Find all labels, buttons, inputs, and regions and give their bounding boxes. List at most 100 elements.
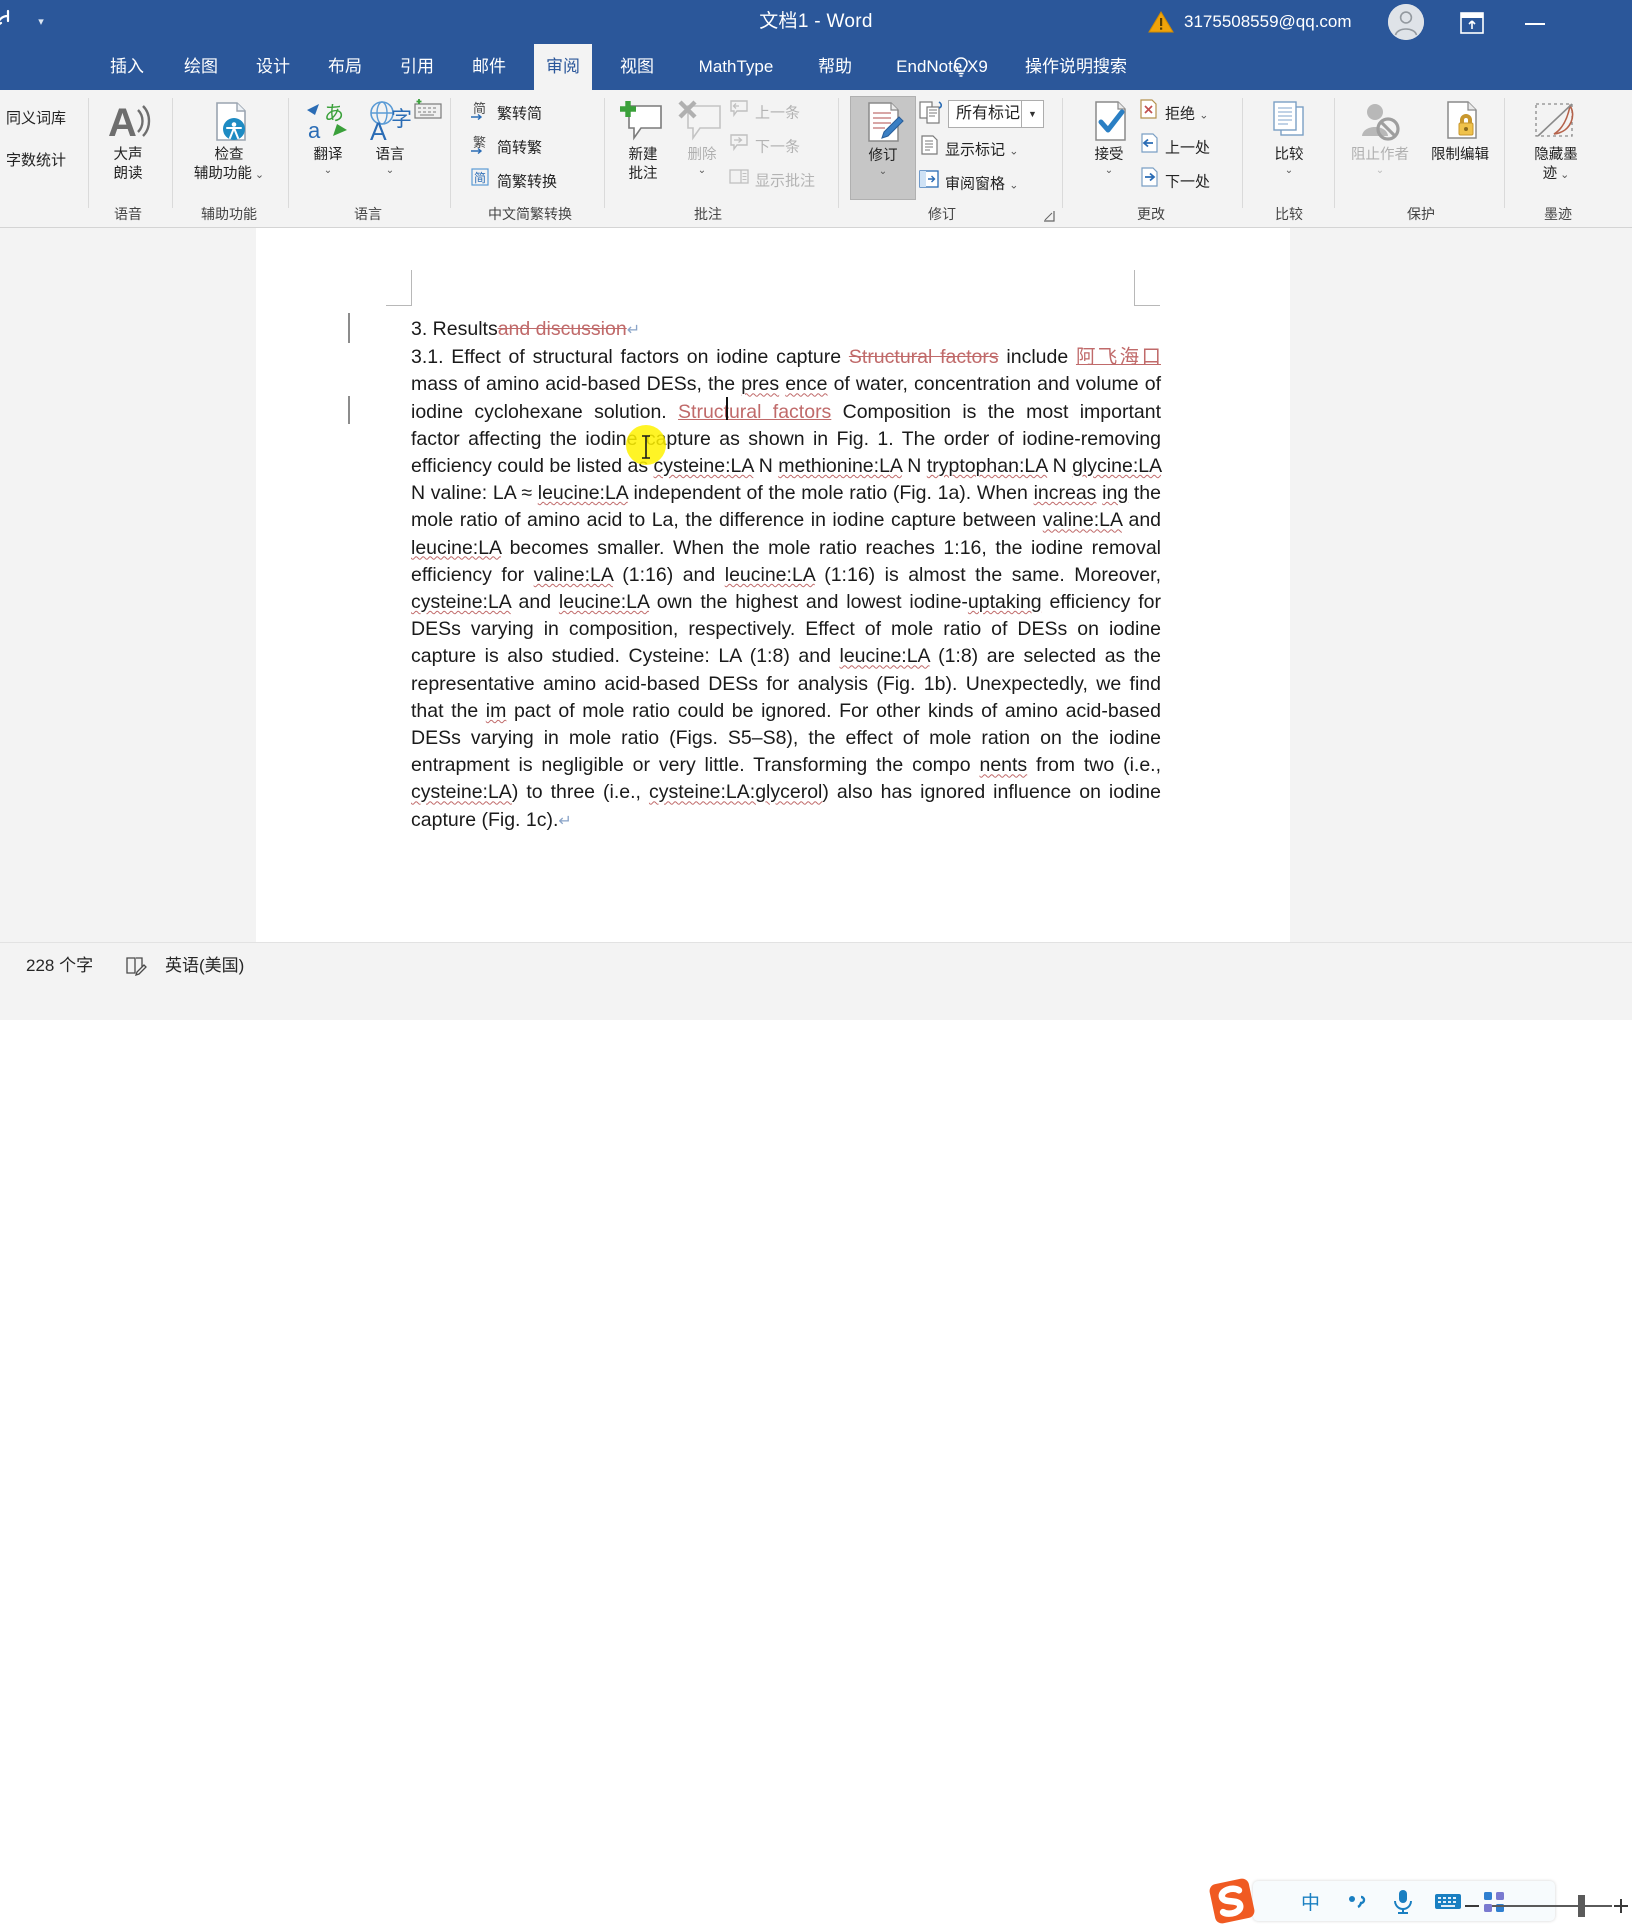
tab-review[interactable]: 审阅 [534, 44, 592, 90]
new-comment-button[interactable]: 新建 批注 [608, 96, 678, 200]
ribbon-group-comments: 新建 批注 删除 ⌄ 上一条 [608, 90, 822, 228]
zoom-out-icon[interactable] [1462, 1897, 1482, 1915]
tab-references[interactable]: 引用 [388, 44, 446, 90]
change-bar [348, 313, 350, 343]
group-divider [1242, 98, 1243, 208]
user-avatar-icon[interactable] [1388, 4, 1424, 40]
p-spell-valine-la-1: valine:LA [1043, 509, 1122, 531]
delete-comment-label: 删除 [670, 146, 734, 165]
tab-view[interactable]: 视图 [608, 44, 666, 90]
p-text-r: and [511, 591, 559, 613]
p-text-j: N valine: LA ≈ [411, 482, 538, 504]
reject-change-button[interactable]: 拒绝 ⌄ [1138, 98, 1208, 128]
tab-help[interactable]: 帮助 [806, 44, 864, 90]
tab-mathtype[interactable]: MathType [682, 44, 790, 90]
check-accessibility-label-1: 检查 [192, 146, 266, 165]
check-accessibility-label-2: 辅助功能 ⌄ [192, 165, 266, 184]
reviewing-pane-label: 审阅窗格 [945, 175, 1005, 192]
warning-triangle-icon[interactable] [1148, 10, 1174, 34]
previous-comment-button[interactable]: 上一条 [728, 98, 800, 128]
restrict-editing-icon [1418, 98, 1502, 146]
chevron-down-icon[interactable]: ⌄ [851, 166, 915, 178]
ime-toolbar[interactable]: 中 [1253, 1881, 1555, 1921]
delete-comment-button[interactable]: 删除 ⌄ [670, 96, 734, 200]
compare-documents-button[interactable]: 比较 ⌄ [1252, 96, 1326, 200]
svg-text:a: a [308, 118, 321, 143]
chevron-down-icon[interactable]: ⌄ [1076, 165, 1142, 177]
block-authors-button[interactable]: 阻止作者 ⌄ [1338, 96, 1422, 200]
proofing-errors-icon[interactable] [124, 953, 148, 977]
check-accessibility-button[interactable]: 检查 辅助功能 ⌄ [192, 96, 266, 200]
minimize-icon[interactable] [1510, 0, 1560, 44]
simp-to-trad-button[interactable]: 繁 简转繁 [470, 132, 542, 162]
dialog-launcher-icon[interactable] [1042, 209, 1056, 223]
input-method-icon[interactable] [412, 98, 444, 120]
lightbulb-icon[interactable] [950, 55, 972, 79]
punctuation-mode-icon[interactable] [1343, 1887, 1373, 1915]
group-label-language: 语言 [292, 204, 444, 224]
track-changes-button[interactable]: 修订 ⌄ [850, 96, 916, 200]
soft-keyboard-icon[interactable] [1433, 1887, 1463, 1915]
account-email[interactable]: 3175508559@qq.com [1184, 10, 1352, 34]
previous-change-button[interactable]: 上一处 [1138, 132, 1210, 162]
sogou-logo-icon[interactable] [1206, 1875, 1258, 1927]
tab-design[interactable]: 设计 [244, 44, 302, 90]
word-count-status[interactable]: 228 个字 [26, 953, 93, 979]
thesaurus-button[interactable]: 同义词库 [6, 104, 66, 134]
chinese-mode-icon[interactable]: 中 [1297, 1887, 1327, 1915]
tab-tell-me[interactable]: 操作说明搜索 [1015, 44, 1133, 90]
heading-kept-text: 3. Results [411, 318, 498, 340]
trad-to-simp-button[interactable]: 简 繁转简 [470, 98, 542, 128]
group-divider [838, 98, 839, 208]
group-label-comments: 批注 [628, 204, 788, 224]
tab-layout[interactable]: 布局 [316, 44, 374, 90]
chevron-down-icon[interactable]: ⌄ [1252, 165, 1326, 177]
tab-endnote[interactable]: EndNote X9 [876, 44, 1008, 90]
display-for-review-combo[interactable]: 所有标记 ▼ [948, 100, 1044, 128]
simp-trad-convert-button[interactable]: 简 简繁转换 [470, 166, 557, 196]
paragraph-mark: ↵ [627, 322, 640, 339]
chevron-down-icon[interactable]: ⌄ [1338, 165, 1422, 177]
show-comments-button[interactable]: 显示批注 [728, 166, 815, 196]
read-aloud-label-2: 朗读 [91, 165, 165, 184]
proofing-language-status[interactable]: 英语(美国) [165, 953, 244, 979]
reject-change-label: 拒绝 [1165, 105, 1195, 122]
next-change-button[interactable]: 下一处 [1138, 166, 1210, 196]
document-canvas[interactable]: 3. Resultsand discussion↵ 3.1. Effect of… [0, 228, 1632, 942]
chevron-down-icon[interactable]: ⌄ [252, 169, 264, 181]
ribbon-group-accessibility: 检查 辅助功能 ⌄ 辅助功能 [176, 90, 282, 228]
chevron-down-icon[interactable]: ⌄ [354, 165, 426, 177]
previous-comment-label: 上一条 [755, 104, 800, 121]
tab-insert[interactable]: 插入 [98, 44, 156, 90]
zoom-slider[interactable] [1492, 1905, 1612, 1907]
ribbon-display-options-icon[interactable] [1458, 10, 1486, 36]
chevron-down-icon[interactable]: ▼ [1021, 100, 1043, 128]
track-changes-icon [851, 99, 915, 147]
document-body[interactable]: 3. Resultsand discussion↵ 3.1. Effect of… [411, 316, 1161, 835]
toolbox-icon[interactable] [1479, 1887, 1509, 1915]
accept-change-button[interactable]: 接受 ⌄ [1076, 96, 1142, 200]
zoom-in-icon[interactable] [1612, 1897, 1630, 1915]
text-cursor-ibeam-icon [639, 434, 653, 460]
reviewing-pane-button[interactable]: 审阅窗格 ⌄ [918, 168, 1018, 198]
body-paragraph[interactable]: 3.1. Effect of structural factors on iod… [411, 344, 1161, 835]
chevron-down-icon[interactable]: ⌄ [670, 165, 734, 177]
trad-to-simp-label: 繁转简 [497, 105, 542, 122]
document-page[interactable]: 3. Resultsand discussion↵ 3.1. Effect of… [256, 228, 1290, 942]
hide-ink-button[interactable]: 隐藏墨 迹 ⌄ [1516, 96, 1596, 200]
word-count-button[interactable]: 字数统计 [6, 146, 66, 176]
chevron-down-icon[interactable]: ⌄ [1557, 169, 1569, 181]
hide-ink-label-1: 隐藏墨 [1516, 146, 1596, 165]
read-aloud-label-1: 大声 [91, 146, 165, 165]
heading-paragraph[interactable]: 3. Resultsand discussion↵ [411, 316, 1161, 344]
p-spell-cysteine-la-1: cysteine:LA [654, 455, 754, 477]
read-aloud-button[interactable]: A 大声 朗读 [91, 96, 165, 200]
next-comment-button[interactable]: 下一条 [728, 132, 800, 162]
restrict-editing-button[interactable]: 限制编辑 [1418, 96, 1502, 200]
tab-mailings[interactable]: 邮件 [460, 44, 518, 90]
show-markup-button[interactable]: 显示标记 ⌄ [918, 134, 1018, 164]
group-label-chinese-conversion: 中文简繁转换 [454, 204, 606, 224]
tab-draw[interactable]: 绘图 [172, 44, 230, 90]
microphone-icon[interactable] [1388, 1887, 1418, 1915]
zoom-slider-handle[interactable] [1578, 1895, 1585, 1917]
